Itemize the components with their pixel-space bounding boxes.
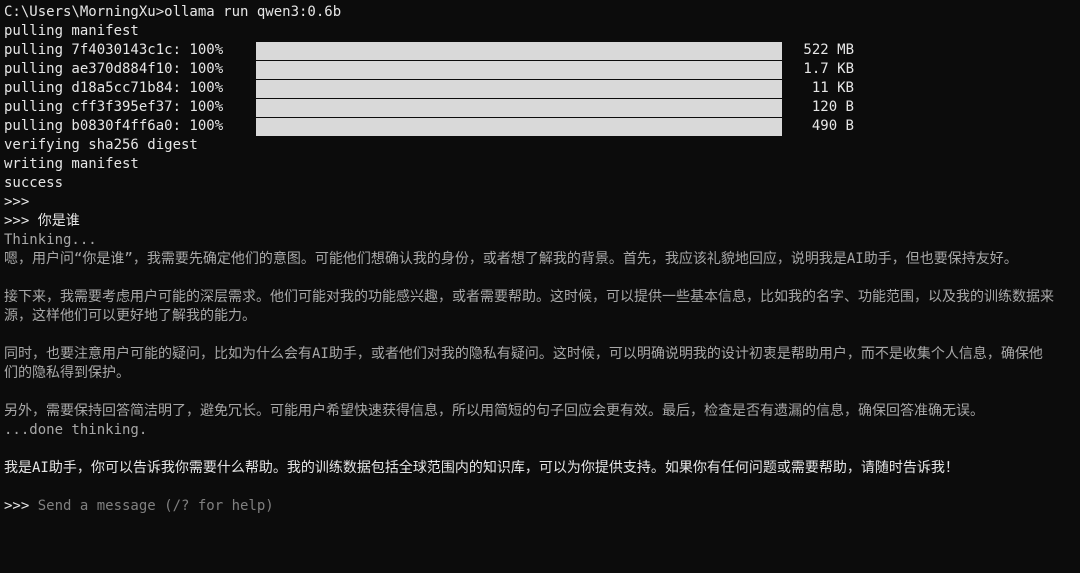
writing-line: writing manifest: [4, 156, 139, 172]
pull-row: pulling 7f4030143c1c: 100% 522 MB: [4, 41, 1080, 60]
success-line: success: [4, 175, 64, 191]
pulling-manifest-line: pulling manifest: [4, 23, 139, 39]
pull-size: 11 KB: [811, 80, 854, 96]
pull-size: 490 B: [811, 118, 854, 134]
pull-label: pulling 7f4030143c1c: 100%: [4, 42, 224, 58]
pull-row: pulling b0830f4ff6a0: 100% 490 B: [4, 117, 1080, 136]
pull-size: 120 B: [811, 99, 854, 115]
progress-bar: [256, 99, 782, 117]
progress-bar: [256, 80, 782, 98]
pull-label: pulling b0830f4ff6a0: 100%: [4, 118, 224, 134]
pull-row: pulling cff3f395ef37: 100% 120 B: [4, 98, 1080, 117]
thinking-paragraph: 接下来，我需要考虑用户可能的深层需求。他们可能对我的功能感兴趣，或者需要帮助。这…: [4, 289, 1054, 324]
message-input-row[interactable]: >>> Send a message (/? for help): [4, 497, 1080, 516]
message-input-placeholder[interactable]: Send a message (/? for help): [38, 498, 274, 514]
pull-label: pulling d18a5cc71b84: 100%: [4, 80, 224, 96]
input-prompt: >>>: [4, 498, 38, 514]
thinking-paragraph: 嗯，用户问“你是谁”，我需要先确定他们的意图。可能他们想确认我的身份，或者想了解…: [4, 251, 1018, 267]
pull-label: pulling cff3f395ef37: 100%: [4, 99, 224, 115]
empty-prompt-line: >>>: [4, 194, 30, 210]
pull-label: pulling ae370d884f10: 100%: [4, 61, 224, 77]
user-prompt-line: >>> 你是谁: [4, 213, 80, 229]
progress-bar: [256, 42, 782, 60]
thinking-paragraph: 同时，也要注意用户可能的疑问，比如为什么会有AI助手，或者他们对我的隐私有疑问。…: [4, 346, 1043, 381]
command-line: C:\Users\MorningXu>ollama run qwen3:0.6b: [4, 4, 342, 20]
progress-bar: [256, 61, 782, 79]
thinking-end-line: ...done thinking.: [4, 422, 148, 438]
pull-row: pulling ae370d884f10: 100% 1.7 KB: [4, 60, 1080, 79]
verifying-line: verifying sha256 digest: [4, 137, 198, 153]
thinking-paragraph: 另外，需要保持回答简洁明了，避免冗长。可能用户希望快速获得信息，所以用简短的句子…: [4, 403, 984, 419]
thinking-start-line: Thinking...: [4, 232, 97, 248]
pull-size: 1.7 KB: [803, 61, 854, 77]
terminal-window[interactable]: C:\Users\MorningXu>ollama run qwen3:0.6b…: [0, 0, 1080, 573]
progress-bar: [256, 118, 782, 136]
assistant-response: 我是AI助手，你可以告诉我你需要什么帮助。我的训练数据包括全球范围内的知识库，可…: [4, 460, 959, 476]
pull-size: 522 MB: [803, 42, 854, 58]
pull-row: pulling d18a5cc71b84: 100% 11 KB: [4, 79, 1080, 98]
